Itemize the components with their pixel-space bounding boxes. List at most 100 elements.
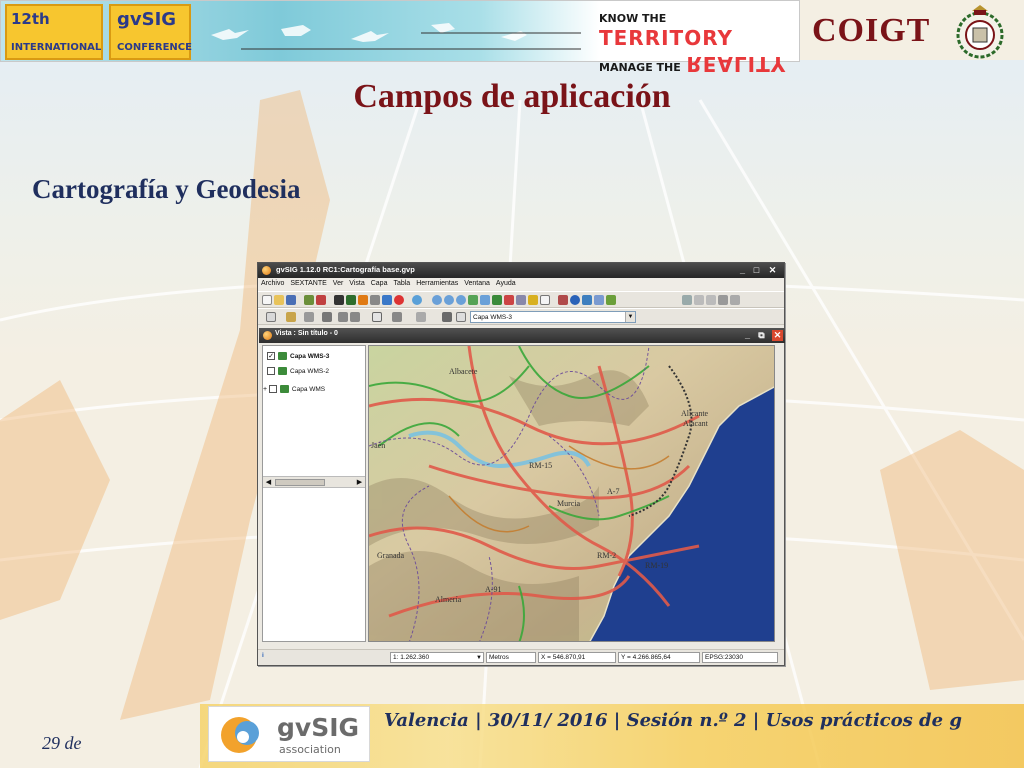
footer-session-info: Valencia | 30/11/ 2016 | Sesión n.º 2 | …	[384, 710, 962, 731]
pan-hand-icon[interactable]	[540, 295, 550, 305]
toc-horizontal-scrollbar[interactable]: ◀ ▶	[263, 476, 365, 488]
table-small-icon[interactable]	[456, 312, 466, 322]
x-coordinate: X = 546.870,91	[541, 654, 586, 661]
minimize-icon[interactable]: _	[737, 265, 748, 276]
map-canvas[interactable]: Albacete Jaén Murcia Granada Almería Ali…	[368, 345, 775, 642]
open-icon[interactable]	[274, 295, 284, 305]
refresh-icon[interactable]	[382, 295, 392, 305]
scroll-thumb[interactable]	[275, 479, 325, 486]
zoom-full-icon[interactable]	[456, 295, 466, 305]
globe-icon[interactable]	[412, 295, 422, 305]
add-layer-icon[interactable]	[304, 295, 314, 305]
box-icon[interactable]	[372, 312, 382, 322]
tool-icon[interactable]	[730, 295, 740, 305]
info-icon[interactable]	[570, 295, 580, 305]
menu-ventana[interactable]: Ventana	[461, 278, 493, 290]
locator-icon[interactable]	[594, 295, 604, 305]
search-icon[interactable]	[350, 312, 360, 322]
zoom-in-icon[interactable]	[432, 295, 442, 305]
badge-international: INTERNATIONAL	[11, 42, 102, 53]
menu-herramientas[interactable]: Herramientas	[413, 278, 461, 290]
label-rm2: RM-2	[597, 551, 616, 560]
layer-item[interactable]: Capa WMS-2	[267, 365, 329, 379]
map-icon[interactable]	[358, 295, 368, 305]
bird-silhouettes-icon	[211, 23, 581, 50]
measure-icon[interactable]	[558, 295, 568, 305]
print-icon[interactable]	[706, 295, 716, 305]
edit-icon[interactable]	[370, 295, 380, 305]
y-coordinate-field: Y = 4.266.865,64	[618, 652, 700, 663]
view-maximize-icon[interactable]: ⧉	[756, 330, 767, 341]
select-icon[interactable]	[528, 295, 538, 305]
zoom-out-icon[interactable]	[444, 295, 454, 305]
frame-icon[interactable]	[266, 312, 276, 322]
label-a91: A-91	[485, 585, 501, 594]
zoom-layer-icon[interactable]	[468, 295, 478, 305]
maximize-icon[interactable]: □	[751, 265, 762, 276]
logo-text: gvSIG	[277, 713, 360, 742]
layer-combo-value: Capa WMS-3	[473, 314, 513, 321]
menu-ver[interactable]: Ver	[330, 278, 347, 290]
layer-checkbox[interactable]	[267, 367, 275, 376]
area-icon[interactable]	[582, 295, 592, 305]
remove-layer-icon[interactable]	[316, 295, 326, 305]
view-icon[interactable]	[334, 295, 344, 305]
clear-selection-icon[interactable]	[504, 295, 514, 305]
layer-checkbox[interactable]: ✓	[267, 352, 275, 361]
menu-vista[interactable]: Vista	[346, 278, 367, 290]
snap-icon[interactable]	[718, 295, 728, 305]
view-title: Vista : Sin título - 0	[275, 330, 338, 337]
layer-name: Capa WMS-3	[290, 353, 330, 360]
view-minimize-icon[interactable]: _	[742, 330, 753, 341]
x-coordinate-field: X = 546.870,91	[538, 652, 616, 663]
stop-icon[interactable]	[394, 295, 404, 305]
label-a7: A-7	[607, 487, 619, 496]
window-title: gvSIG 1.12.0 RC1:Cartografía base.gvp	[276, 265, 415, 274]
tagline-know: KNOW THE	[599, 12, 667, 25]
menu-capa[interactable]: Capa	[368, 278, 391, 290]
menu-archivo[interactable]: Archivo	[258, 278, 287, 290]
badge-edition: 12th	[11, 10, 50, 28]
epsg-field: EPSG:23030	[702, 652, 778, 663]
scroll-right-icon[interactable]: ▶	[355, 478, 364, 487]
find-icon[interactable]	[392, 312, 402, 322]
pointer-icon[interactable]	[286, 312, 296, 322]
grid-icon[interactable]	[416, 312, 426, 322]
view-titlebar[interactable]: Vista : Sin título - 0 _ ⧉ ✕	[259, 328, 785, 343]
slide-subtitle: Cartografía y Geodesia	[32, 174, 301, 204]
menu-tabla[interactable]: Tabla	[390, 278, 413, 290]
view-close-icon[interactable]: ✕	[772, 330, 783, 341]
expand-icon[interactable]: +	[263, 386, 267, 393]
hyperlink-icon[interactable]	[606, 295, 616, 305]
zoom-previous-icon[interactable]	[516, 295, 526, 305]
status-bar: i 1: 1.262.360 ▼ Metros X = 546.870,91 Y…	[258, 649, 784, 665]
zoom-in-small-icon[interactable]	[338, 312, 348, 322]
scale-field[interactable]: 1: 1.262.360 ▼	[390, 652, 484, 663]
layer-combo[interactable]: Capa WMS-3 ▼	[470, 311, 636, 323]
page-number: 29 de	[42, 733, 82, 753]
layer-item[interactable]: ✓ Capa WMS-3	[267, 350, 330, 364]
window-titlebar[interactable]: gvSIG 1.12.0 RC1:Cartografía base.gvp _ …	[258, 263, 784, 278]
menu-sextante[interactable]: SEXTANTE	[287, 278, 329, 290]
chevron-down-icon[interactable]: ▼	[625, 312, 635, 322]
tools-icon[interactable]	[322, 312, 332, 322]
menu-ayuda[interactable]: Ayuda	[493, 278, 519, 290]
table-icon[interactable]	[346, 295, 356, 305]
layout-icon[interactable]	[694, 295, 704, 305]
layer-item[interactable]: + Capa WMS	[263, 383, 325, 397]
layer-list-icon[interactable]	[442, 312, 452, 322]
close-icon[interactable]: ✕	[767, 265, 778, 276]
pan-map-icon[interactable]	[492, 295, 502, 305]
conference-edition-badge: 12th INTERNATIONAL	[5, 4, 103, 60]
layer-checkbox[interactable]	[268, 385, 277, 394]
link-icon[interactable]	[304, 312, 314, 322]
scroll-left-icon[interactable]: ◀	[264, 478, 273, 487]
label-rm19: RM-19	[645, 561, 668, 570]
org-name: COIGT	[812, 12, 931, 49]
graphics-icon[interactable]	[682, 295, 692, 305]
scale-dropdown-icon[interactable]: ▼	[476, 653, 482, 663]
view-icon-small	[263, 331, 272, 340]
zoom-select-icon[interactable]	[480, 295, 490, 305]
new-project-icon[interactable]	[262, 295, 272, 305]
save-icon[interactable]	[286, 295, 296, 305]
